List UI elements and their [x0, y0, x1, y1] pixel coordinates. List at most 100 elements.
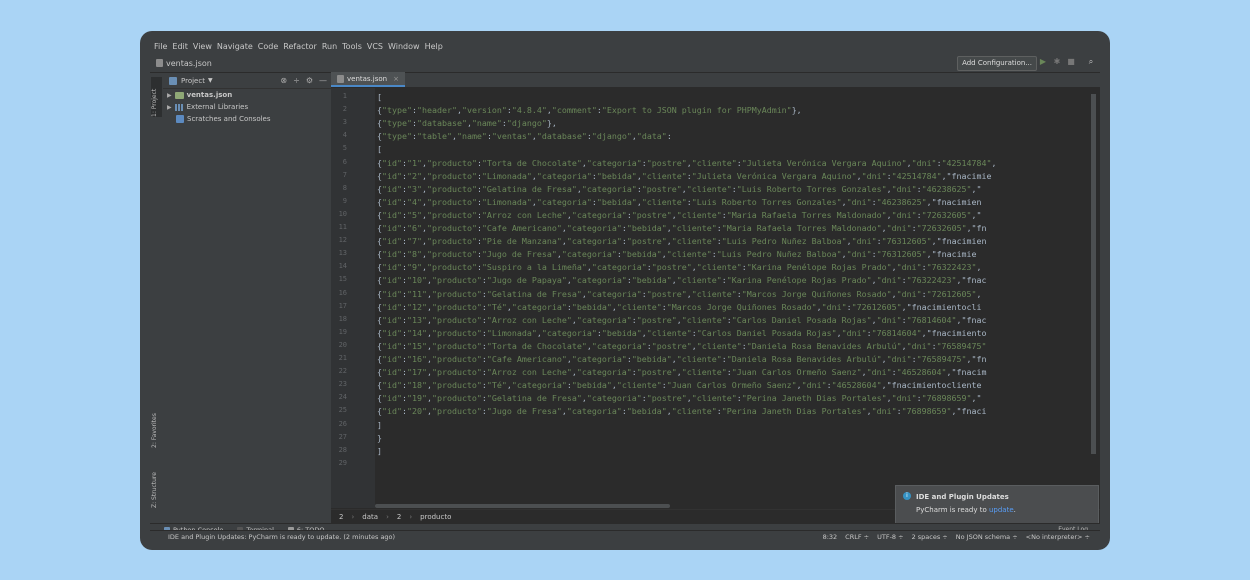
- project-panel-title[interactable]: Project: [181, 77, 205, 85]
- notification-body: PyCharm is ready to update.: [916, 506, 1016, 514]
- info-icon: i: [903, 492, 911, 500]
- json-file-icon: [337, 74, 344, 83]
- line-number: 18: [338, 314, 347, 323]
- chevron-down-icon[interactable]: ▼: [208, 77, 213, 84]
- breadcrumb-item[interactable]: data: [362, 513, 378, 521]
- project-tool-tab[interactable]: 1: Project: [151, 77, 162, 117]
- chevron-right-icon[interactable]: ▶: [167, 104, 172, 111]
- horizontal-scrollbar-thumb[interactable]: [375, 504, 670, 508]
- status-bar: IDE and Plugin Updates: PyCharm is ready…: [150, 530, 1100, 543]
- file-icon: [156, 59, 163, 67]
- line-number: 22: [338, 367, 347, 376]
- code-line: {"id":"8","producto":"Jugo de Fresa","ca…: [377, 249, 977, 260]
- code-line: {"id":"10","producto":"Jugo de Papaya","…: [377, 275, 987, 286]
- menu-navigate[interactable]: Navigate: [217, 42, 253, 51]
- code-line: }: [377, 432, 382, 443]
- code-line: {"type":"database","name":"django"},: [377, 118, 557, 129]
- collapse-icon[interactable]: ÷: [293, 76, 300, 85]
- interpreter[interactable]: <No interpreter> ÷: [1026, 533, 1090, 541]
- locate-icon[interactable]: ⊗: [280, 76, 287, 85]
- line-number: 23: [338, 380, 347, 389]
- line-number: 13: [338, 249, 347, 258]
- vertical-scrollbar[interactable]: [1088, 88, 1100, 506]
- tree-item-label: ventas.json: [186, 91, 233, 99]
- menu-run[interactable]: Run: [322, 42, 337, 51]
- stop-icon[interactable]: ■: [1066, 57, 1076, 67]
- hide-icon[interactable]: —: [319, 76, 327, 85]
- file-encoding[interactable]: UTF-8 ÷: [877, 533, 903, 541]
- menu-refactor[interactable]: Refactor: [283, 42, 317, 51]
- code-line: {"type":"table","name":"ventas","databas…: [377, 131, 672, 142]
- breadcrumb-item[interactable]: 2: [339, 513, 343, 521]
- code-line: {"id":"20","producto":"Jugo de Fresa","c…: [377, 406, 987, 417]
- run-icon[interactable]: ▶: [1038, 57, 1048, 67]
- project-panel-header: Project ▼ ⊗ ÷ ⚙ —: [163, 73, 331, 89]
- add-configuration-button[interactable]: Add Configuration...: [957, 56, 1037, 71]
- menu-file[interactable]: File: [154, 42, 167, 51]
- editor-tab-label: ventas.json: [347, 74, 388, 83]
- code-editor[interactable]: [{"type":"header","version":"4.8.4","com…: [375, 88, 1085, 508]
- line-number: 21: [338, 354, 347, 362]
- favorites-tool-tab[interactable]: 2: Favorites: [151, 403, 162, 448]
- line-number: 12: [338, 236, 347, 245]
- structure-tool-tab[interactable]: Z: Structure: [151, 463, 162, 508]
- line-number: 28: [338, 445, 347, 454]
- close-icon[interactable]: ×: [393, 75, 399, 83]
- tree-item-label: External Libraries: [186, 103, 249, 111]
- code-line: {"id":"17","producto":"Arroz con Leche",…: [377, 367, 987, 378]
- line-number: 3: [342, 118, 347, 127]
- gear-icon[interactable]: ⚙: [306, 76, 313, 85]
- tree-item-scratches[interactable]: Scratches and Consoles: [163, 113, 331, 125]
- tree-item-external-libraries[interactable]: ▶ External Libraries: [163, 101, 331, 113]
- nav-file[interactable]: ventas.json: [156, 59, 212, 68]
- notification-title: IDE and Plugin Updates: [916, 493, 1009, 501]
- update-notification[interactable]: i IDE and Plugin Updates PyCharm is read…: [895, 485, 1099, 525]
- menu-help[interactable]: Help: [425, 42, 443, 51]
- breadcrumb-item[interactable]: 2: [397, 513, 401, 521]
- breadcrumb-separator: ›: [351, 513, 355, 521]
- line-number: 14: [338, 262, 347, 271]
- code-line: {"id":"9","producto":"Suspiro a la Limeñ…: [377, 262, 982, 273]
- chevron-right-icon[interactable]: ▶: [167, 92, 172, 99]
- search-icon[interactable]: ⌕: [1086, 57, 1096, 67]
- code-line: {"id":"1","producto":"Torta de Chocolate…: [377, 157, 997, 168]
- line-number: 5: [342, 144, 347, 153]
- code-line: {"id":"12","producto":"Té","categoria":"…: [377, 301, 982, 312]
- status-message[interactable]: IDE and Plugin Updates: PyCharm is ready…: [168, 533, 395, 541]
- menu-edit[interactable]: Edit: [172, 42, 188, 51]
- menu-tools[interactable]: Tools: [342, 42, 362, 51]
- code-line: {"id":"7","producto":"Pie de Manzana","c…: [377, 236, 987, 247]
- editor-tab-bar: ventas.json ×: [331, 72, 1100, 88]
- line-number-gutter: 1 2 3 4 5 6 7 8 9 10 11 12 13 14 15 16 17 18 19 20 21 22 23 24 2…: [331, 88, 375, 508]
- indent-setting[interactable]: 2 spaces ÷: [912, 533, 948, 541]
- breadcrumb-item[interactable]: producto: [420, 513, 451, 521]
- menu-window[interactable]: Window: [388, 42, 420, 51]
- line-number: 17: [338, 301, 347, 310]
- nav-file-label: ventas.json: [166, 58, 212, 68]
- json-schema[interactable]: No JSON schema ÷: [956, 533, 1018, 541]
- code-line: {"id":"3","producto":"Gelatina de Fresa"…: [377, 183, 982, 194]
- menu-vcs[interactable]: VCS: [367, 42, 383, 51]
- editor-tab-ventas[interactable]: ventas.json ×: [331, 72, 405, 87]
- caret-position[interactable]: 8:32: [823, 533, 838, 541]
- debug-icon[interactable]: ✱: [1052, 57, 1062, 67]
- line-separator[interactable]: CRLF ÷: [845, 533, 869, 541]
- ide-frame: File Edit View Navigate Code Refactor Run Tools…: [150, 39, 1100, 543]
- line-number: 11: [338, 223, 347, 231]
- menu-view[interactable]: View: [193, 42, 212, 51]
- breadcrumb-separator: ›: [409, 513, 413, 521]
- line-number: 4: [342, 131, 347, 140]
- navigation-bar: ventas.json Add Configuration... ▶ ✱ ■ ⌕: [150, 54, 1100, 73]
- menu-code[interactable]: Code: [258, 42, 278, 51]
- tree-item-ventas[interactable]: ▶ ventas.json: [163, 89, 331, 101]
- line-number: 20: [338, 340, 347, 349]
- line-number: 8: [342, 183, 347, 192]
- code-line: {"id":"13","producto":"Arroz con Leche",…: [377, 314, 987, 325]
- ide-window: File Edit View Navigate Code Refactor Run Tools…: [140, 31, 1110, 550]
- vertical-scrollbar-thumb[interactable]: [1091, 94, 1096, 454]
- update-link[interactable]: update: [989, 506, 1014, 514]
- code-line: {"id":"6","producto":"Cafe Americano","c…: [377, 223, 987, 233]
- code-line: {"id":"19","producto":"Gelatina de Fresa…: [377, 393, 982, 404]
- line-number: 15: [338, 275, 347, 284]
- code-line: {"id":"2","producto":"Limonada","categor…: [377, 170, 992, 181]
